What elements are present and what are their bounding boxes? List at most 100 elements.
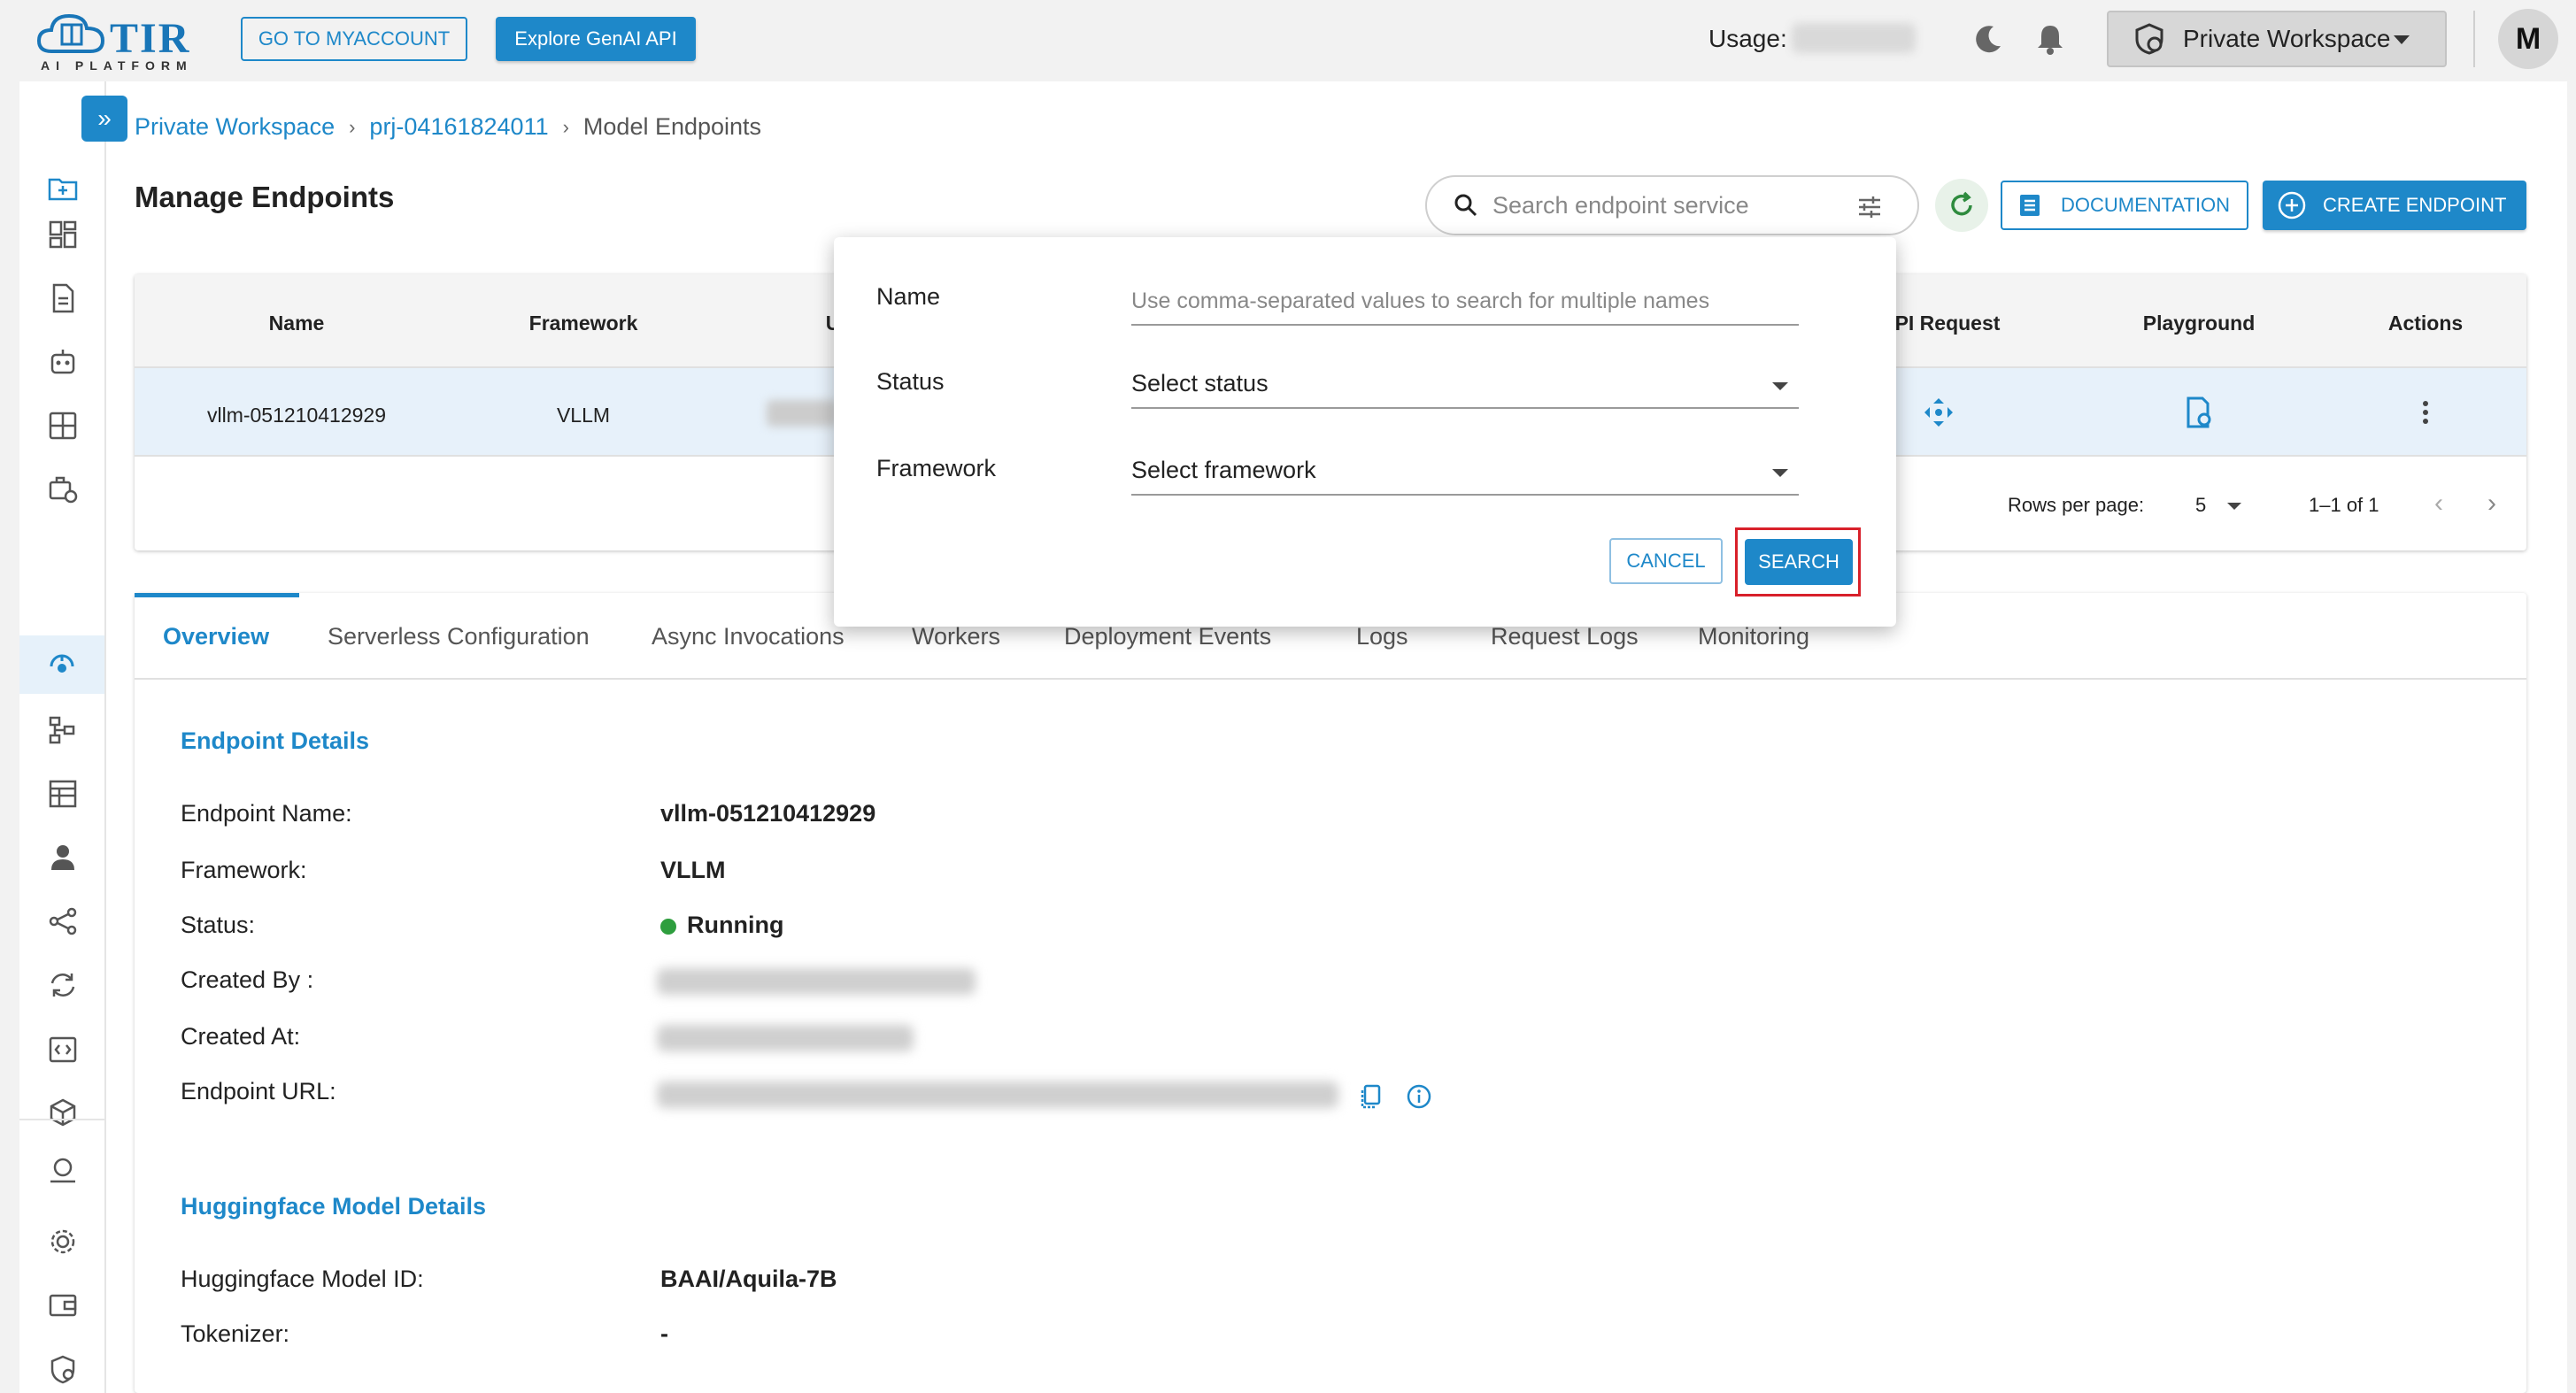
sidebar-item-sync[interactable]: [41, 963, 85, 1007]
tab-logs[interactable]: Logs: [1356, 623, 1408, 650]
usage-value-redacted: [1792, 23, 1916, 53]
cell-redacted: [767, 400, 837, 427]
chevron-down-icon[interactable]: [2227, 503, 2241, 510]
tabs-divider: [135, 678, 2526, 680]
sidebar-item-ip[interactable]: [41, 1149, 85, 1193]
folder-add-icon: [48, 178, 78, 201]
user-icon: [51, 845, 74, 870]
table-icon: [49, 780, 77, 808]
chevron-left-icon[interactable]: ‹: [2434, 489, 2443, 519]
refresh-button[interactable]: [1935, 179, 1988, 232]
sidebar-item-security[interactable]: [41, 1347, 85, 1391]
dashboard-icon: [49, 220, 77, 249]
sidebar-divider: [19, 1119, 104, 1120]
sidebar-item-agents[interactable]: [41, 340, 85, 384]
grid-icon: [49, 412, 77, 440]
sidebar-item-models[interactable]: [41, 1090, 85, 1135]
sidebar-item-notebooks[interactable]: [41, 276, 85, 320]
copy-icon[interactable]: [1358, 1083, 1384, 1110]
tab-overview[interactable]: Overview: [163, 623, 269, 650]
divider: [2473, 11, 2475, 67]
workspace-selector[interactable]: Private Workspace: [2107, 11, 2447, 67]
info-icon[interactable]: [1406, 1083, 1432, 1110]
sidebar-item-users[interactable]: [41, 835, 85, 880]
sidebar-item-jobs[interactable]: [41, 467, 85, 512]
cell-framework: VLLM: [556, 404, 611, 427]
tab-request-logs[interactable]: Request Logs: [1491, 623, 1639, 650]
expand-sidebar-button[interactable]: »: [81, 96, 127, 142]
tokenizer-label: Tokenizer:: [181, 1320, 290, 1347]
go-to-myaccount-button[interactable]: GO TO MYACCOUNT: [241, 17, 467, 61]
sidebar-item-apps[interactable]: [41, 404, 85, 448]
breadcrumb-workspace[interactable]: Private Workspace: [135, 113, 335, 141]
sidebar-item-api[interactable]: [41, 1027, 85, 1071]
search-icon: [1454, 194, 1477, 217]
document-icon: [52, 283, 74, 313]
active-tab-indicator: [135, 593, 299, 597]
logo-text: TIR: [110, 15, 191, 62]
chevron-down-icon: [1772, 382, 1788, 390]
shield-icon: [50, 1355, 75, 1384]
endpoint-name-value: vllm-051210412929: [660, 800, 876, 827]
sidebar-item-projects[interactable]: [41, 166, 85, 211]
search-button-highlight: SEARCH: [1735, 527, 1861, 596]
document-list-icon: [2020, 195, 2040, 216]
tir-logo[interactable]: TIR AI PLATFORM: [35, 9, 204, 73]
documentation-label: DOCUMENTATION: [2061, 194, 2231, 216]
status-label: Status:: [181, 912, 256, 938]
double-chevron-right-icon: »: [97, 104, 112, 132]
endpoint-url-label: Endpoint URL:: [181, 1078, 336, 1104]
filter-name-label: Name: [876, 283, 941, 310]
rows-per-page-select[interactable]: 5: [2195, 494, 2206, 517]
breadcrumb-project[interactable]: prj-04161824011: [369, 113, 548, 141]
filter-framework-label: Framework: [876, 455, 997, 481]
huggingface-model-id-value: BAAI/Aquila-7B: [660, 1266, 837, 1292]
created-by-redacted: [657, 968, 976, 995]
playground-icon[interactable]: [2181, 395, 2217, 430]
search-placeholder: Search endpoint service: [1492, 191, 1749, 219]
rows-per-page-label: Rows per page:: [2008, 494, 2145, 516]
chevron-down-icon: [2394, 35, 2410, 44]
sidebar-item-integrations[interactable]: [41, 899, 85, 943]
gear-icon: [50, 1229, 75, 1254]
bell-icon[interactable]: [2032, 21, 2068, 57]
breadcrumb-current: Model Endpoints: [582, 113, 762, 140]
sidebar-item-pipelines[interactable]: [41, 708, 85, 752]
sidebar-item-inference[interactable]: [19, 635, 104, 694]
api-request-icon[interactable]: [1921, 395, 1956, 430]
explore-genai-api-button[interactable]: Explore GenAI API: [496, 17, 696, 61]
avatar[interactable]: M: [2498, 9, 2558, 69]
create-endpoint-button[interactable]: CREATE ENDPOINT: [2263, 181, 2526, 230]
tab-async-invocations[interactable]: Async Invocations: [652, 623, 845, 650]
huggingface-details-title: Huggingface Model Details: [181, 1193, 487, 1220]
filter-status-select[interactable]: Select status: [1131, 356, 1799, 409]
top-bar: TIR AI PLATFORM GO TO MYACCOUNT Explore …: [0, 0, 2576, 81]
search-button[interactable]: SEARCH: [1745, 539, 1853, 585]
more-vertical-icon[interactable]: [2415, 395, 2436, 430]
tab-monitoring[interactable]: Monitoring: [1698, 623, 1809, 650]
briefcase-clock-icon: [49, 476, 78, 504]
breadcrumb-separator: ›: [349, 115, 356, 138]
filter-framework-select[interactable]: Select framework: [1131, 443, 1799, 496]
sidebar-item-datasets[interactable]: [41, 772, 85, 816]
cancel-button[interactable]: CANCEL: [1609, 538, 1723, 584]
search-input[interactable]: Search endpoint service: [1425, 175, 1919, 235]
sidebar-item-billing[interactable]: [41, 1283, 85, 1328]
filter-status-label: Status: [876, 368, 945, 395]
column-header-framework: Framework: [528, 312, 638, 335]
sidebar-item-dashboard[interactable]: [41, 212, 85, 257]
column-header-actions: Actions: [2387, 312, 2464, 335]
tab-serverless-configuration[interactable]: Serverless Configuration: [328, 623, 590, 650]
usage-label: Usage:: [1708, 25, 1787, 52]
filter-name-input[interactable]: Use comma-separated values to search for…: [1131, 273, 1799, 326]
tab-workers[interactable]: Workers: [912, 623, 1000, 650]
endpoint-name-label: Endpoint Name:: [181, 800, 352, 827]
sidebar-item-settings[interactable]: [41, 1220, 85, 1264]
filter-status-value: Select status: [1131, 370, 1269, 396]
documentation-button[interactable]: DOCUMENTATION: [2001, 181, 2248, 230]
moon-icon[interactable]: [1971, 21, 2006, 57]
created-by-label: Created By :: [181, 966, 314, 993]
filter-sliders-icon[interactable]: [1855, 193, 1884, 221]
tab-deployment-events[interactable]: Deployment Events: [1064, 623, 1271, 650]
chevron-right-icon[interactable]: ›: [2487, 489, 2496, 519]
